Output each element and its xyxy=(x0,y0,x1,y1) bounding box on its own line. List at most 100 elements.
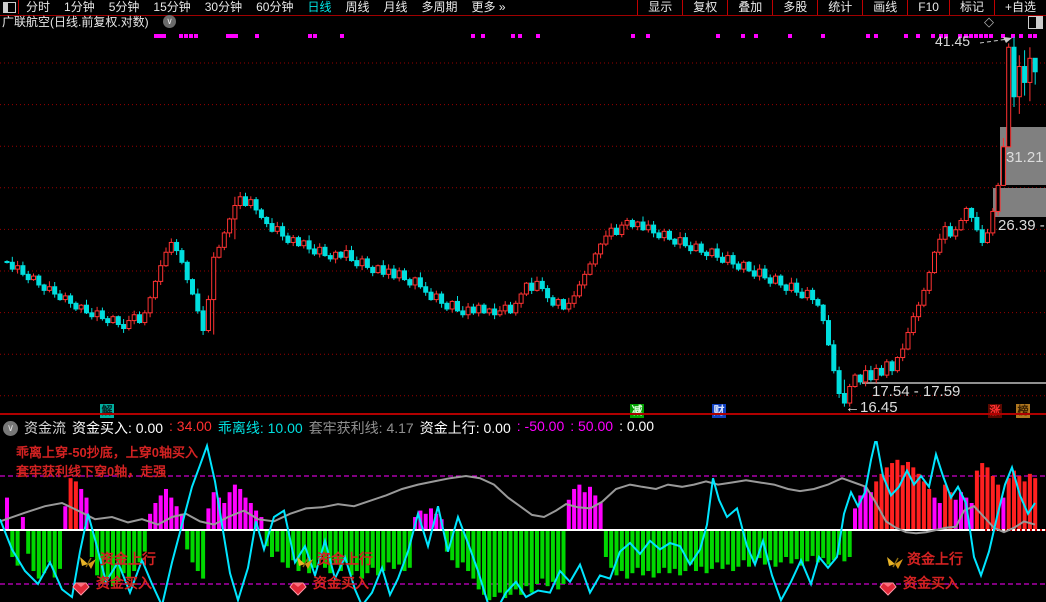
flow-bar xyxy=(498,530,502,593)
candle xyxy=(413,278,417,285)
candle xyxy=(668,231,672,239)
candle xyxy=(487,309,491,313)
candle xyxy=(975,217,979,229)
flow-bar xyxy=(779,530,783,562)
flow-bar xyxy=(524,530,528,586)
candle xyxy=(466,307,470,315)
flow-bar xyxy=(79,489,83,530)
period-menu: 分时1分钟5分钟15分钟30分钟60分钟日线周线月线多周期更多 » xyxy=(0,0,513,15)
candle xyxy=(954,230,958,236)
candle xyxy=(535,281,539,290)
up-signal-label: 资金上行 xyxy=(907,549,963,569)
tool-menu-item-4[interactable]: 统计 xyxy=(817,0,862,15)
candle xyxy=(524,283,528,294)
candle xyxy=(933,252,937,272)
flow-bar xyxy=(980,463,984,530)
flow-bar xyxy=(63,506,67,530)
candle xyxy=(138,315,142,323)
candle xyxy=(185,262,189,279)
candle xyxy=(344,251,348,258)
candle xyxy=(795,283,799,292)
flow-bar xyxy=(69,478,73,530)
candle xyxy=(143,313,147,323)
indicator-param-2: : 34.00 xyxy=(169,418,212,438)
tool-menu-item-2[interactable]: 叠加 xyxy=(727,0,772,15)
candle xyxy=(1028,58,1032,82)
candle xyxy=(572,296,576,303)
candle xyxy=(381,266,385,275)
candle xyxy=(387,269,391,274)
candle xyxy=(514,303,518,313)
menu-item-8[interactable]: 月线 xyxy=(377,0,415,15)
flow-bar xyxy=(657,530,661,573)
flow-bar xyxy=(164,489,168,530)
tool-menu-item-7[interactable]: 标记 xyxy=(949,0,994,15)
candlestick-chart[interactable] xyxy=(0,28,1046,413)
tool-menu-item-0[interactable]: 显示 xyxy=(637,0,682,15)
candle xyxy=(641,222,645,230)
menu-item-5[interactable]: 60分钟 xyxy=(249,0,300,15)
candle xyxy=(774,276,778,283)
candle xyxy=(32,276,36,280)
flow-bar xyxy=(821,530,825,558)
candle xyxy=(620,225,624,234)
menu-item-10[interactable]: 更多 » xyxy=(465,0,513,15)
candle xyxy=(789,283,793,290)
candle xyxy=(736,264,740,269)
menu-item-9[interactable]: 多周期 xyxy=(415,0,465,15)
candle xyxy=(747,262,751,271)
flow-bar xyxy=(1007,478,1011,530)
candle xyxy=(1012,47,1016,96)
candle xyxy=(906,333,910,349)
flow-bar xyxy=(599,503,603,530)
flow-bar xyxy=(228,492,232,530)
candle xyxy=(196,294,200,311)
candle xyxy=(911,317,915,333)
indicator-param-1: 资金买入: 0.00 xyxy=(72,418,163,438)
candle xyxy=(169,242,173,252)
menu-item-3[interactable]: 15分钟 xyxy=(146,0,197,15)
menu-item-6[interactable]: 日线 xyxy=(300,0,338,15)
candle xyxy=(350,251,354,261)
tool-menu-item-6[interactable]: F10 xyxy=(907,0,949,15)
flow-bar xyxy=(551,530,555,582)
candle xyxy=(779,276,783,285)
menu-item-2[interactable]: 5分钟 xyxy=(102,0,147,15)
flow-bar xyxy=(530,530,534,593)
menu-item-4[interactable]: 30分钟 xyxy=(198,0,249,15)
candle xyxy=(418,278,422,287)
candle xyxy=(980,230,984,243)
candle xyxy=(201,311,205,331)
tool-menu-item-3[interactable]: 多股 xyxy=(772,0,817,15)
candle xyxy=(837,371,841,394)
flow-bar xyxy=(233,485,237,530)
menu-item-1[interactable]: 1分钟 xyxy=(57,0,102,15)
candle xyxy=(334,252,338,259)
tool-menu-item-5[interactable]: 画线 xyxy=(862,0,907,15)
candle xyxy=(922,290,926,305)
candle xyxy=(424,287,428,292)
menu-item-0[interactable]: 分时 xyxy=(19,0,57,15)
butterfly-icon xyxy=(78,555,98,571)
tool-menu-item-8[interactable]: +自选 xyxy=(994,0,1046,15)
candle xyxy=(148,298,152,313)
candle xyxy=(212,257,216,299)
up-signal-label: 资金上行 xyxy=(100,549,156,569)
flow-bar xyxy=(58,530,62,569)
title-bar: 广联航空(日线.前复权.对数) ∨ ◇ xyxy=(0,16,1046,28)
tool-menu-item-1[interactable]: 复权 xyxy=(682,0,727,15)
candle xyxy=(456,301,460,310)
candle xyxy=(811,290,815,299)
flow-bar xyxy=(784,530,788,557)
collapse-chevron-icon[interactable]: ∨ xyxy=(3,421,18,436)
menu-item-7[interactable]: 周线 xyxy=(338,0,376,15)
diamond-icon[interactable]: ◇ xyxy=(984,15,994,28)
flow-bar xyxy=(736,530,740,567)
candle xyxy=(853,375,857,386)
candle xyxy=(360,259,364,266)
flow-bar xyxy=(175,506,179,530)
candle xyxy=(784,285,788,290)
layout-icon[interactable] xyxy=(0,0,19,14)
candle xyxy=(657,233,661,238)
chevron-down-icon[interactable]: ∨ xyxy=(163,15,176,28)
